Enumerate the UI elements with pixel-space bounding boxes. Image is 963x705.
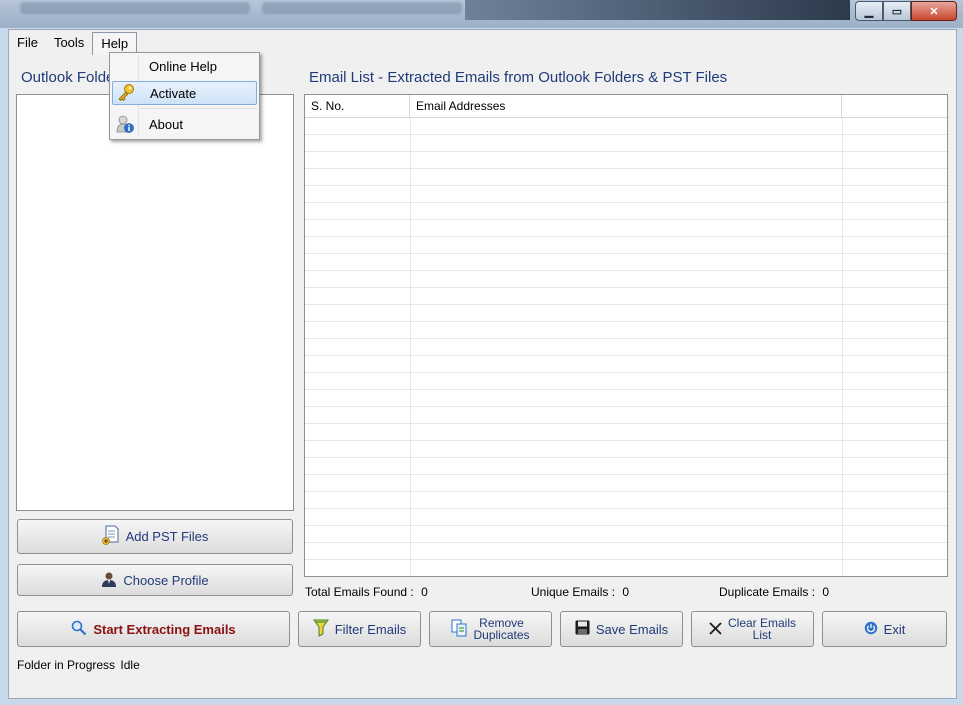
clear-emails-label: Clear Emails List (728, 617, 796, 641)
menu-bar: File Tools Help (9, 32, 138, 55)
close-icon: ✕ (929, 5, 939, 18)
add-pst-files-label: Add PST Files (125, 529, 209, 544)
power-icon (864, 621, 878, 638)
filter-emails-label: Filter Emails (334, 621, 407, 637)
column-header-sno[interactable]: S. No. (305, 95, 410, 117)
table-header: S. No. Email Addresses (305, 95, 947, 118)
clear-emails-label-line2: List (752, 628, 772, 642)
exit-label: Exit (883, 621, 906, 637)
clear-x-icon (709, 621, 722, 637)
remove-duplicates-icon (451, 619, 467, 639)
about-info-icon (115, 114, 135, 134)
exit-button[interactable]: Exit (822, 611, 947, 647)
remove-duplicates-label-line2: Duplicates (473, 628, 530, 642)
menu-item-label: Activate (150, 85, 197, 101)
menu-separator (140, 108, 257, 109)
remove-duplicates-label: Remove Duplicates (473, 617, 529, 641)
choose-profile-label: Choose Profile (123, 572, 209, 588)
key-icon (116, 83, 136, 103)
window-controls: ▁ ▭ ✕ (855, 1, 957, 21)
unique-emails-stat: Unique Emails : 0 (531, 585, 629, 599)
total-emails-stat: Total Emails Found : 0 (305, 585, 428, 599)
maximize-icon: ▭ (891, 5, 903, 18)
menu-item-label: About (149, 116, 183, 132)
menu-item-online-help[interactable]: Online Help (112, 55, 255, 77)
email-list-table[interactable]: S. No. Email Addresses (304, 94, 948, 577)
minimize-button[interactable]: ▁ (855, 1, 883, 21)
status-label: Folder in Progress (17, 658, 116, 672)
background-window-blur (20, 2, 250, 14)
duplicate-emails-value: 0 (822, 585, 830, 599)
choose-profile-button[interactable]: Choose Profile (17, 564, 293, 596)
filter-emails-button[interactable]: Filter Emails (298, 611, 421, 647)
duplicate-emails-stat: Duplicate Emails : 0 (719, 585, 829, 599)
filter-icon (312, 619, 329, 640)
unique-emails-value: 0 (622, 585, 630, 599)
clear-emails-list-button[interactable]: Clear Emails List (691, 611, 814, 647)
column-divider (842, 118, 843, 576)
save-floppy-icon (575, 620, 590, 638)
start-extracting-button[interactable]: Start Extracting Emails (17, 611, 290, 647)
user-profile-icon (101, 571, 117, 590)
column-divider (410, 118, 411, 576)
unique-emails-label: Unique Emails : (531, 585, 616, 599)
save-emails-button[interactable]: Save Emails (560, 611, 683, 647)
menu-item-about[interactable]: About (112, 113, 255, 135)
minimize-icon: ▁ (864, 5, 874, 18)
help-dropdown: Online Help Activate About (109, 52, 260, 140)
menu-file[interactable]: File (9, 32, 46, 54)
add-pst-files-button[interactable]: Add PST Files (17, 519, 293, 554)
search-icon (71, 620, 87, 639)
main-window: File Tools Help Online Help Activate Abo… (8, 29, 957, 699)
total-emails-value: 0 (421, 585, 428, 599)
remove-duplicates-button[interactable]: Remove Duplicates (429, 611, 552, 647)
save-emails-label: Save Emails (595, 621, 669, 637)
folder-tree[interactable] (16, 94, 294, 511)
table-body (305, 118, 947, 576)
column-header-email[interactable]: Email Addresses (410, 95, 842, 117)
status-value: Idle (120, 658, 140, 672)
title-bar: ▁ ▭ ✕ (0, 0, 963, 28)
title-bar-gradient (465, 0, 850, 20)
start-extracting-label: Start Extracting Emails (93, 621, 236, 637)
status-bar: Folder in Progress Idle (17, 658, 140, 672)
menu-item-activate[interactable]: Activate (112, 81, 257, 105)
add-file-icon (101, 525, 120, 548)
total-emails-label: Total Emails Found : (305, 585, 414, 599)
menu-tools[interactable]: Tools (46, 32, 92, 54)
duplicate-emails-label: Duplicate Emails : (719, 585, 816, 599)
close-button[interactable]: ✕ (911, 1, 957, 21)
menu-item-label: Online Help (149, 58, 217, 74)
maximize-button[interactable]: ▭ (883, 1, 911, 21)
column-header-extra (842, 95, 947, 117)
background-window-blur (262, 2, 462, 14)
email-list-title: Email List - Extracted Emails from Outlo… (309, 69, 728, 86)
